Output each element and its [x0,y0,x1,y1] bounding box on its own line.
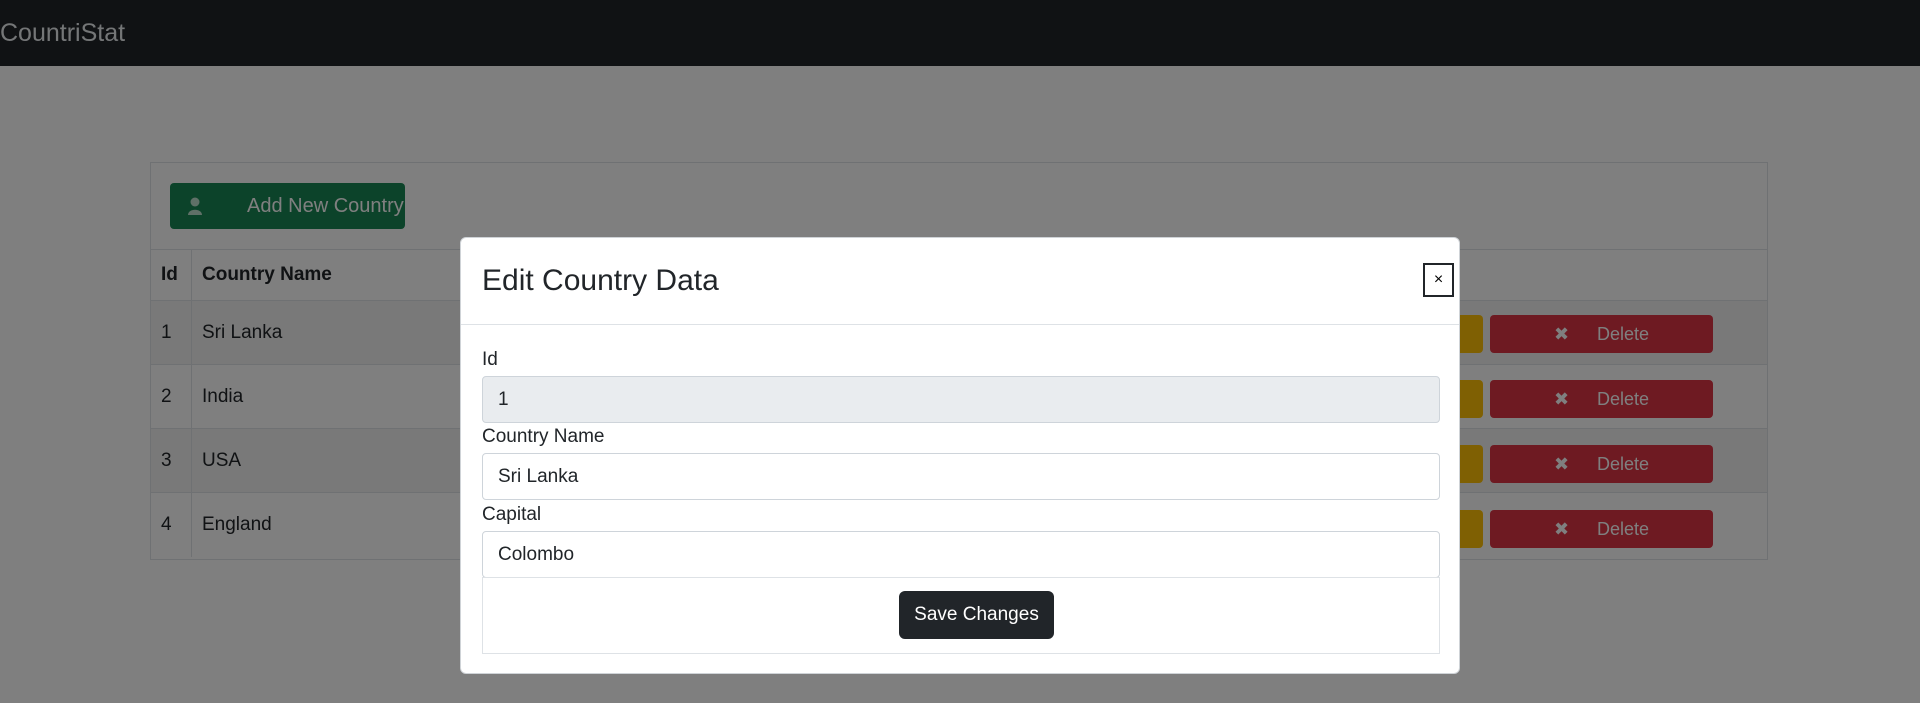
edit-country-modal: Edit Country Data × Id Country Name Capi… [460,237,1460,674]
modal-header: Edit Country Data × [461,238,1459,325]
country-name-field[interactable] [482,453,1440,500]
capital-label: Capital [482,504,542,525]
modal-footer: Save Changes [482,577,1440,654]
capital-field[interactable] [482,531,1440,578]
modal-title: Edit Country Data [482,264,719,297]
save-changes-button[interactable]: Save Changes [899,591,1054,639]
close-icon: × [1433,271,1444,288]
id-label: Id [482,349,498,370]
close-button[interactable]: × [1423,263,1454,297]
id-field[interactable] [482,376,1440,423]
country-name-label: Country Name [482,426,605,447]
